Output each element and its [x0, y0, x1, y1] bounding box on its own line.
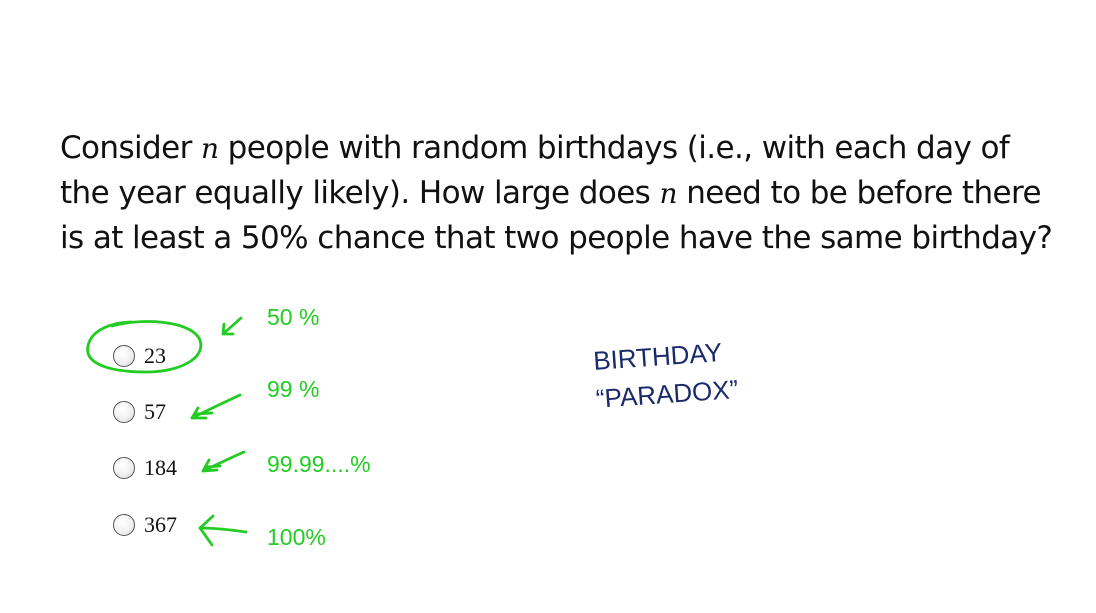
option-label: 23 [144, 343, 166, 368]
question-line-3: is at least a 50% chance that two people… [60, 220, 1053, 256]
percent-annotation-9999: 99.99....% [267, 451, 371, 477]
variable-n: n [659, 177, 678, 210]
variable-n: n [200, 132, 219, 165]
option-label: 57 [144, 399, 166, 424]
answer-option-57[interactable]: 57 [113, 398, 166, 426]
answer-option-367[interactable]: 367 [113, 511, 177, 539]
question-line-1: Consider n people with random birthdays … [60, 130, 1010, 166]
arrow-icon [198, 514, 248, 547]
arrow-icon [221, 316, 243, 336]
birthday-paradox-note: BIRTHDAY “PARADOX” [592, 336, 740, 414]
percent-annotation-99: 99 % [267, 376, 320, 402]
arrow-icon [190, 393, 242, 420]
answer-option-23[interactable]: 23 [113, 342, 166, 370]
option-label: 184 [144, 455, 177, 480]
answer-option-184[interactable]: 184 [113, 454, 177, 482]
question-line-2: the year equally likely). How large does… [60, 175, 1042, 211]
option-label: 367 [144, 512, 177, 537]
percent-annotation-50: 50 % [267, 304, 320, 330]
radio-button[interactable] [113, 514, 135, 536]
percent-annotation-100: 100% [267, 524, 326, 550]
radio-button[interactable] [113, 345, 135, 367]
arrow-icon [201, 450, 246, 473]
question-text: Consider n people with random birthdays … [60, 126, 1070, 260]
radio-button[interactable] [113, 401, 135, 423]
radio-button[interactable] [113, 457, 135, 479]
